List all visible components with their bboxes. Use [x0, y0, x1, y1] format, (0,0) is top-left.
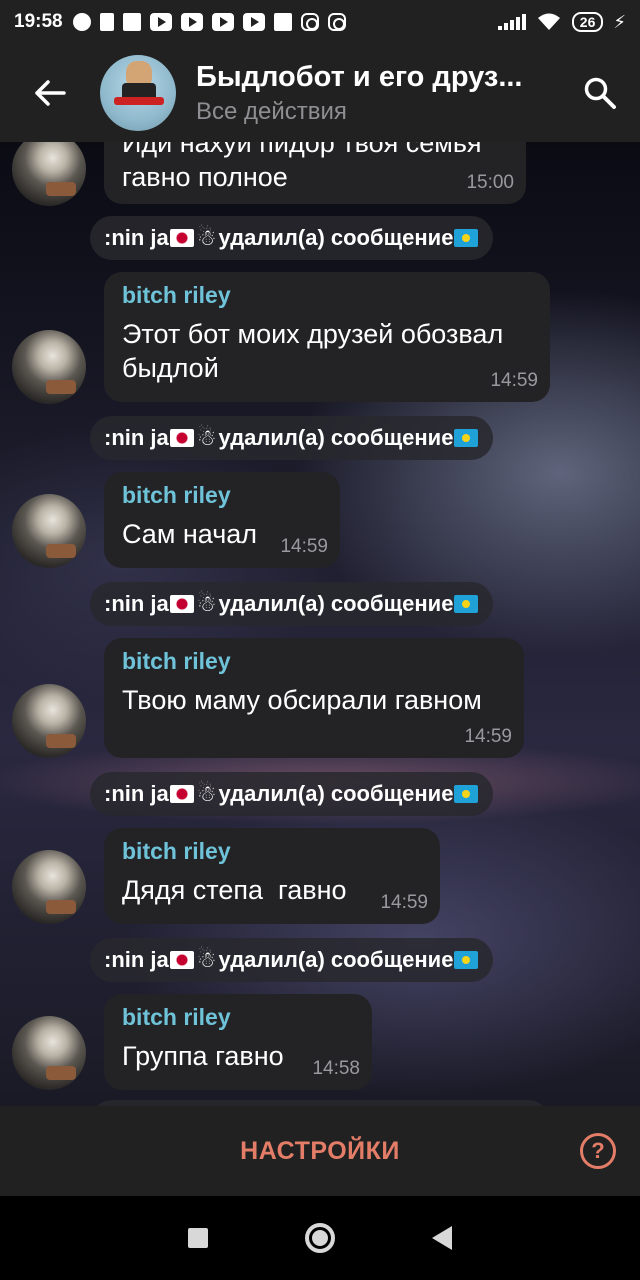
system-nav-bar	[0, 1196, 640, 1280]
service-action: удалил(а) сообщение	[218, 591, 454, 616]
youtube-icon	[242, 13, 265, 31]
chat-titles[interactable]: Быдлобот и его друз... Все действия	[196, 61, 560, 126]
japan-flag-icon	[169, 951, 194, 969]
message-time: 14:58	[312, 1058, 360, 1079]
service-user: :nin ja	[104, 591, 169, 616]
avatar[interactable]	[12, 142, 86, 206]
kazakhstan-flag-icon	[454, 229, 479, 247]
message-text: Дядя степа гавно	[122, 875, 347, 905]
wifi-icon	[537, 13, 560, 30]
youtube-icon	[211, 13, 234, 31]
snowman-icon: ☃	[196, 425, 217, 450]
kazakhstan-flag-icon	[454, 951, 479, 969]
service-message: :nin ja ☃ удалил(а) сообщение	[90, 938, 494, 982]
japan-flag-icon	[169, 429, 194, 447]
avatar[interactable]	[12, 494, 86, 568]
battery-level: 26	[579, 14, 596, 30]
home-button[interactable]	[304, 1223, 335, 1253]
message-time: 14:59	[280, 536, 328, 557]
message-time: 14:59	[380, 892, 428, 913]
recents-button[interactable]	[188, 1228, 209, 1248]
signal-icon	[497, 14, 526, 30]
snowman-icon: ☃	[196, 591, 217, 616]
kazakhstan-flag-icon	[454, 429, 479, 447]
snowman-icon: ☃	[196, 947, 217, 972]
japan-flag-icon	[169, 229, 194, 247]
bottom-action-bar: НАСТРОЙКИ ?	[0, 1106, 640, 1196]
message-time: 14:59	[464, 726, 512, 747]
message-bubble[interactable]: bitch riley Сам начал 14:59	[104, 472, 340, 568]
back-arrow-icon	[35, 80, 66, 106]
message-bubble[interactable]: Иди нахуй пидор твоя семья гавно полное …	[104, 142, 526, 204]
search-icon	[584, 77, 616, 109]
chat-header: Быдлобот и его друз... Все действия	[0, 44, 640, 142]
service-user: :nin ja	[104, 425, 169, 450]
app-icon	[273, 13, 292, 31]
help-button[interactable]: ?	[580, 1133, 616, 1169]
message-bubble[interactable]: bitch riley Твою маму обсирали гавном 14…	[104, 638, 524, 758]
service-action: удалил(а) сообщение	[218, 425, 454, 450]
message-bubble[interactable]: bitch riley Группа гавно 14:58	[104, 994, 372, 1090]
chat-avatar[interactable]	[100, 55, 176, 131]
service-user: :nin ja	[104, 781, 169, 806]
youtube-icon	[180, 13, 203, 31]
instagram-icon	[327, 13, 346, 31]
charging-icon: ⚡	[613, 11, 626, 32]
service-message: :nin ja ☃ удалил(а) сообщение	[90, 416, 494, 460]
service-action: удалил(а) сообщение	[218, 225, 454, 250]
chat-messages[interactable]: Иди нахуй пидор твоя семья гавно полное …	[0, 142, 640, 1106]
tiktok-icon	[99, 13, 114, 31]
kazakhstan-flag-icon	[454, 785, 479, 803]
chat-title: Быдлобот и его друз...	[196, 60, 523, 93]
notification-icon	[72, 13, 91, 31]
avatar[interactable]	[12, 684, 86, 758]
japan-flag-icon	[169, 785, 194, 803]
instagram-icon	[300, 13, 319, 31]
message-sender[interactable]: bitch riley	[122, 838, 422, 865]
message-bubble[interactable]: bitch riley Этот бот моих друзей обозвал…	[104, 272, 550, 402]
service-user: :nin ja	[104, 225, 169, 250]
notification-icons	[72, 13, 346, 31]
service-message: :nin ja ☃ удалил(а) сообщение	[90, 772, 494, 816]
kazakhstan-flag-icon	[454, 595, 479, 613]
message-sender[interactable]: bitch riley	[122, 1004, 354, 1031]
message-sender[interactable]: bitch riley	[122, 282, 532, 309]
app-icon	[122, 13, 141, 31]
youtube-icon	[149, 13, 172, 31]
status-time: 19:58	[14, 11, 63, 32]
message-time: 14:59	[490, 370, 538, 391]
settings-button[interactable]: НАСТРОЙКИ	[240, 1137, 400, 1166]
message-text: Твою маму обсирали гавном	[122, 685, 482, 715]
status-bar: 19:58 26 ⚡	[0, 0, 640, 44]
japan-flag-icon	[169, 595, 194, 613]
back-button[interactable]	[0, 44, 100, 142]
search-button[interactable]	[560, 44, 640, 142]
battery-indicator: 26	[571, 12, 604, 32]
service-action: удалил(а) сообщение	[218, 781, 454, 806]
avatar[interactable]	[12, 850, 86, 924]
snowman-icon: ☃	[196, 781, 217, 806]
service-user: :nin ja	[104, 947, 169, 972]
service-message: :nin ja ☃ удалил(а) сообщение	[90, 582, 494, 626]
service-action: удалил(а) сообщение	[218, 947, 454, 972]
message-sender[interactable]: bitch riley	[122, 648, 506, 675]
snowman-icon: ☃	[196, 225, 217, 250]
message-sender[interactable]: bitch riley	[122, 482, 322, 509]
avatar[interactable]	[12, 330, 86, 404]
nav-back-button[interactable]	[431, 1226, 452, 1250]
message-time: 15:00	[466, 172, 514, 193]
message-text: Иди нахуй пидор твоя семья гавно полное	[122, 142, 482, 192]
avatar[interactable]	[12, 1016, 86, 1090]
message-bubble[interactable]: bitch riley Дядя степа гавно 14:59	[104, 828, 440, 924]
message-text: Этот бот моих друзей обозвал быдлой	[122, 319, 504, 383]
service-message: :nin ja ☃ удалил(а) сообщение	[90, 216, 494, 260]
chat-subtitle: Все действия	[196, 97, 347, 125]
